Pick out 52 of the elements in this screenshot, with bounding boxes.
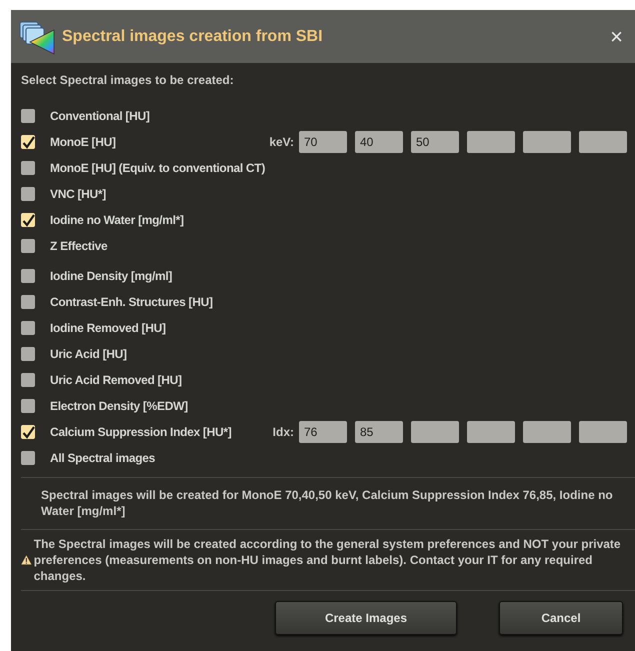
checkbox[interactable] (21, 269, 35, 283)
value-field[interactable] (467, 421, 515, 443)
option-label: Contrast-Enh. Structures [HU] (50, 295, 214, 309)
checkbox[interactable] (21, 347, 35, 361)
option-label: VNC [HU*] (50, 187, 107, 201)
option-label: Z Effective (50, 239, 108, 253)
checkbox[interactable] (21, 135, 35, 149)
checkbox[interactable] (21, 109, 35, 123)
value-field[interactable]: 50 (411, 131, 459, 153)
option-label: Electron Density [%EDW] (50, 399, 189, 413)
option-label: Conventional [HU] (50, 109, 151, 123)
checkmark-icon (22, 214, 34, 226)
window-title: Spectral images creation from SBI (62, 28, 324, 46)
unit-label: Idx: (272, 425, 294, 439)
checkbox[interactable] (21, 161, 35, 175)
value-field[interactable]: 40 (355, 131, 403, 153)
unit-label: keV: (268, 135, 294, 149)
value-field[interactable] (467, 131, 515, 153)
value-field[interactable]: 85 (355, 421, 403, 443)
checkbox[interactable] (21, 321, 35, 335)
value-field[interactable] (579, 131, 627, 153)
option-label: Calcium Suppression Index [HU*] (50, 425, 232, 439)
option-label: Iodine Removed [HU] (50, 321, 167, 335)
checkbox[interactable] (21, 451, 35, 465)
checkbox[interactable] (21, 213, 35, 227)
cancel-button[interactable]: Cancel (499, 601, 623, 635)
option-label: MonoE [HU] (Equiv. to conventional CT) (50, 161, 266, 175)
value-field[interactable] (579, 421, 627, 443)
option-label: All Spectral images (50, 451, 156, 465)
value-field[interactable]: 76 (299, 421, 347, 443)
option-label: Iodine no Water [mg/ml*] (50, 213, 185, 227)
checkbox[interactable] (21, 373, 35, 387)
value-field[interactable] (523, 131, 571, 153)
instruction-text: Select Spectral images to be created: (21, 72, 235, 89)
checkbox[interactable] (21, 295, 35, 309)
create-images-button[interactable]: Create Images (275, 601, 457, 635)
summary-text: Spectral images will be created for MonoE 70,40,50 keV, Calcium Suppression Index 76,85, Iodine no Water [mg/ml*] (40, 487, 614, 520)
option-label: Iodine Density [mg/ml] (50, 269, 174, 283)
checkbox[interactable] (21, 399, 35, 413)
close-button[interactable]: × (606, 26, 627, 48)
checkbox[interactable] (21, 425, 35, 439)
option-label: MonoE [HU] (50, 135, 117, 149)
checkbox[interactable] (21, 239, 35, 253)
value-field[interactable] (523, 421, 571, 443)
value-field[interactable]: 70 (299, 131, 347, 153)
checkmark-icon (22, 426, 34, 438)
option-label: Uric Acid Removed [HU] (50, 373, 183, 387)
option-label: Uric Acid [HU] (50, 347, 128, 361)
value-field[interactable] (411, 421, 459, 443)
checkbox[interactable] (21, 187, 35, 201)
checkmark-icon (22, 136, 34, 148)
warning-text: The Spectral images will be created according to the general system preferences and NOT your private preferences (measurements on non-HU images and burnt labels). Contact your IT for any required changes. (34, 536, 622, 584)
